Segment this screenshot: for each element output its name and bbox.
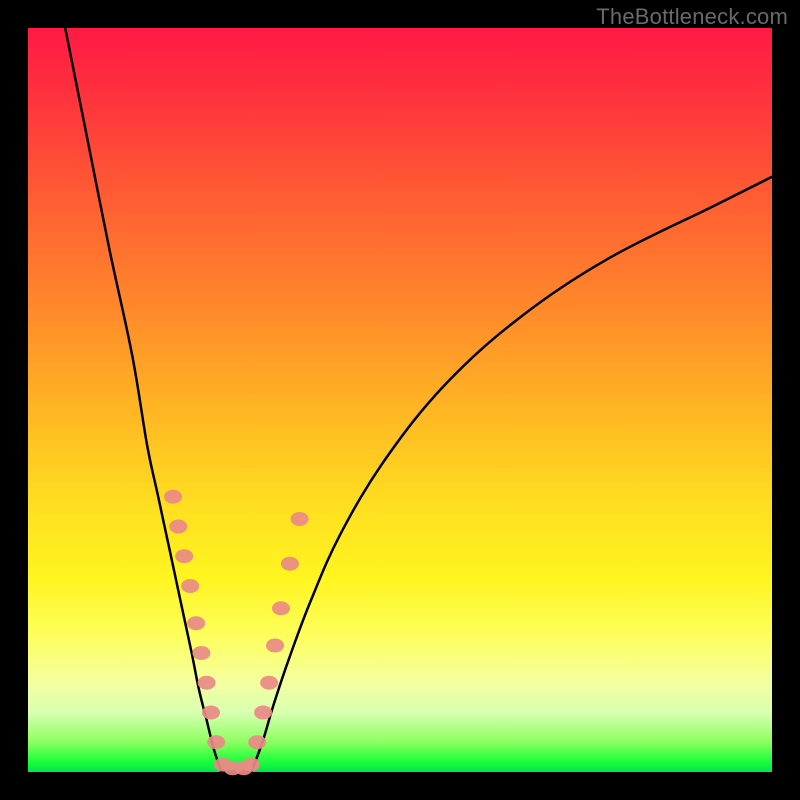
marker-dot [291, 512, 309, 526]
marker-dot [198, 676, 216, 690]
marker-dot [202, 706, 220, 720]
marker-dot [281, 557, 299, 571]
chart-svg [28, 28, 772, 772]
marker-dot [175, 549, 193, 563]
series-right-branch [251, 177, 772, 772]
marker-dot [169, 520, 187, 534]
marker-dot [272, 601, 290, 615]
chart-frame: TheBottleneck.com [0, 0, 800, 800]
marker-dot [192, 646, 210, 660]
marker-dot [187, 616, 205, 630]
marker-dot [242, 758, 260, 772]
marker-dots [164, 490, 309, 776]
marker-dot [207, 735, 225, 749]
marker-dot [254, 706, 272, 720]
marker-dot [181, 579, 199, 593]
plot-outer [28, 28, 772, 772]
bottleneck-curve [65, 28, 772, 772]
marker-dot [260, 676, 278, 690]
watermark-text: TheBottleneck.com [596, 4, 788, 30]
marker-dot [164, 490, 182, 504]
marker-dot [248, 735, 266, 749]
marker-dot [266, 639, 284, 653]
series-left-branch [65, 28, 221, 772]
